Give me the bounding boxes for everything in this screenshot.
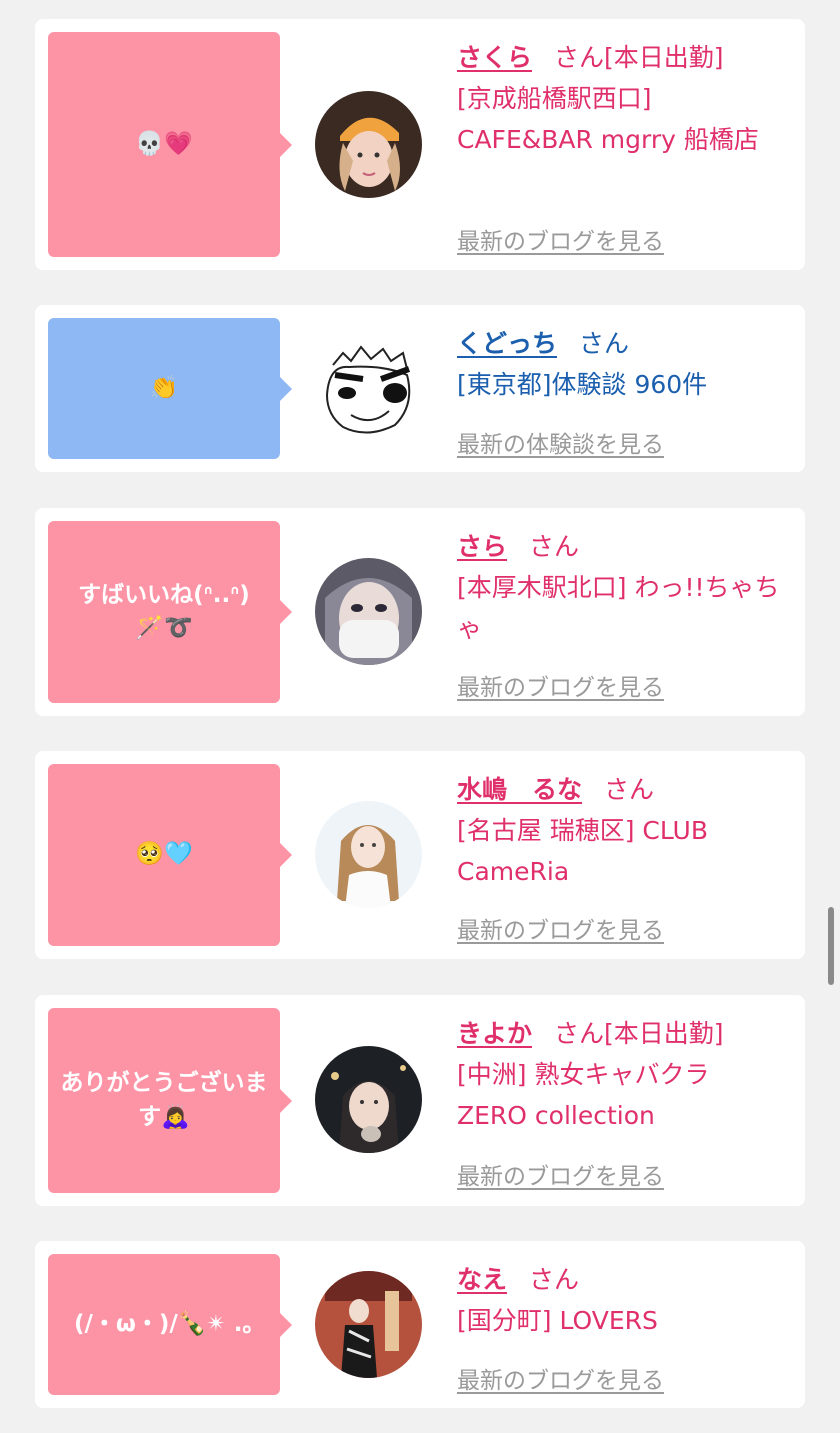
profile-name-link[interactable]: さくら bbox=[457, 43, 532, 72]
latest-blog-link[interactable]: 最新のブログを見る bbox=[457, 1361, 664, 1395]
profile-name-link[interactable]: 水嶋 るな bbox=[457, 775, 582, 804]
shop-description: [京成船橋駅西口] CAFE&BAR mgrry 船橋店 bbox=[457, 84, 759, 154]
avatar[interactable] bbox=[315, 335, 422, 442]
profile-name-link[interactable]: きよか bbox=[457, 1019, 532, 1048]
woman-light-avatar-icon bbox=[315, 801, 422, 908]
woman-mask-avatar-icon bbox=[315, 558, 422, 665]
woman-night-avatar-icon bbox=[315, 1046, 422, 1153]
message-bubble: 👏 bbox=[48, 318, 292, 459]
avatar[interactable] bbox=[315, 801, 422, 908]
message-bubble: すばいいね(ᐢ..ᐢ) 🪄➰ bbox=[48, 521, 292, 703]
avatar[interactable] bbox=[315, 91, 422, 198]
latest-blog-link[interactable]: 最新のブログを見る bbox=[457, 222, 664, 256]
honorific: さん bbox=[529, 532, 580, 561]
avatar[interactable] bbox=[315, 1271, 422, 1378]
message-text: すばいいね(ᐢ..ᐢ) 🪄➰ bbox=[78, 581, 250, 641]
message-text: (/・ω・)/🍾✴︎ .｡ bbox=[74, 1310, 254, 1337]
vertical-scrollbar[interactable] bbox=[828, 907, 834, 985]
message-text: 🥺🩵 bbox=[135, 841, 193, 868]
honorific: さん bbox=[554, 43, 605, 72]
message-text: ありがとうございます🙇‍♀️ bbox=[60, 1070, 268, 1130]
honorific: さん bbox=[529, 1265, 580, 1294]
info-block: さくら さん[本日出勤] [京成船橋駅西口] CAFE&BAR mgrry 船橋店 bbox=[457, 37, 785, 160]
latest-blog-link[interactable]: 最新のブログを見る bbox=[457, 911, 664, 945]
message-bubble: 💀💗 bbox=[48, 32, 292, 257]
review-count-description: [東京都]体験談 960件 bbox=[457, 370, 708, 399]
feed-card: (/・ω・)/🍾✴︎ .｡ なえ さん [国分町] LOVERS 最新のブログを見… bbox=[35, 1241, 805, 1408]
woman-kimono-avatar-icon bbox=[315, 1271, 422, 1378]
message-text: 💀💗 bbox=[135, 130, 193, 157]
status-tag: [本日出勤] bbox=[604, 43, 724, 72]
feed-card: ありがとうございます🙇‍♀️ きよか さん[本日出勤] [中洲] 熟女キャバクラ … bbox=[35, 995, 805, 1206]
info-block: 水嶋 るな さん [名古屋 瑞穂区] CLUB CameRia bbox=[457, 769, 785, 892]
status-tag: [本日出勤] bbox=[604, 1019, 724, 1048]
feed-card: すばいいね(ᐢ..ᐢ) 🪄➰ さら さん [本厚木駅北口] わっ!!ちゃちゃ 最新… bbox=[35, 508, 805, 716]
feed-card: 💀💗 さくら さん[本日出勤] [京成船橋駅西口] CAFE&BAR mgrry … bbox=[35, 19, 805, 270]
info-block: なえ さん [国分町] LOVERS bbox=[457, 1259, 785, 1341]
message-bubble: (/・ω・)/🍾✴︎ .｡ bbox=[48, 1254, 292, 1395]
drawn-face-avatar-icon bbox=[315, 335, 422, 442]
honorific: さん bbox=[579, 329, 630, 358]
profile-name-link[interactable]: くどっち bbox=[457, 329, 557, 358]
profile-name-link[interactable]: さら bbox=[457, 532, 507, 561]
feed-card: 👏 くどっち さん [東京都]体験談 960件 最新の体験談を見る bbox=[35, 305, 805, 472]
info-block: さら さん [本厚木駅北口] わっ!!ちゃちゃ bbox=[457, 526, 785, 649]
avatar[interactable] bbox=[315, 558, 422, 665]
message-bubble: 🥺🩵 bbox=[48, 764, 292, 946]
avatar[interactable] bbox=[315, 1046, 422, 1153]
shop-description: [本厚木駅北口] わっ!!ちゃちゃ bbox=[457, 573, 780, 643]
profile-name-link[interactable]: なえ bbox=[457, 1265, 507, 1294]
latest-review-link[interactable]: 最新の体験談を見る bbox=[457, 425, 664, 459]
info-block: きよか さん[本日出勤] [中洲] 熟女キャバクラ ZERO collection bbox=[457, 1013, 785, 1136]
honorific: さん bbox=[554, 1019, 605, 1048]
info-block: くどっち さん [東京都]体験談 960件 bbox=[457, 323, 785, 405]
shop-description: [国分町] LOVERS bbox=[457, 1306, 658, 1335]
shop-description: [中洲] 熟女キャバクラ ZERO collection bbox=[457, 1060, 710, 1130]
woman-orange-cap-avatar-icon bbox=[315, 91, 422, 198]
shop-description: [名古屋 瑞穂区] CLUB CameRia bbox=[457, 816, 708, 886]
latest-blog-link[interactable]: 最新のブログを見る bbox=[457, 1157, 664, 1191]
feed-card: 🥺🩵 水嶋 るな さん [名古屋 瑞穂区] CLUB CameRia 最新のブログ… bbox=[35, 751, 805, 959]
message-bubble: ありがとうございます🙇‍♀️ bbox=[48, 1008, 292, 1193]
latest-blog-link[interactable]: 最新のブログを見る bbox=[457, 668, 664, 702]
message-text: 👏 bbox=[149, 374, 179, 401]
honorific: さん bbox=[604, 775, 655, 804]
